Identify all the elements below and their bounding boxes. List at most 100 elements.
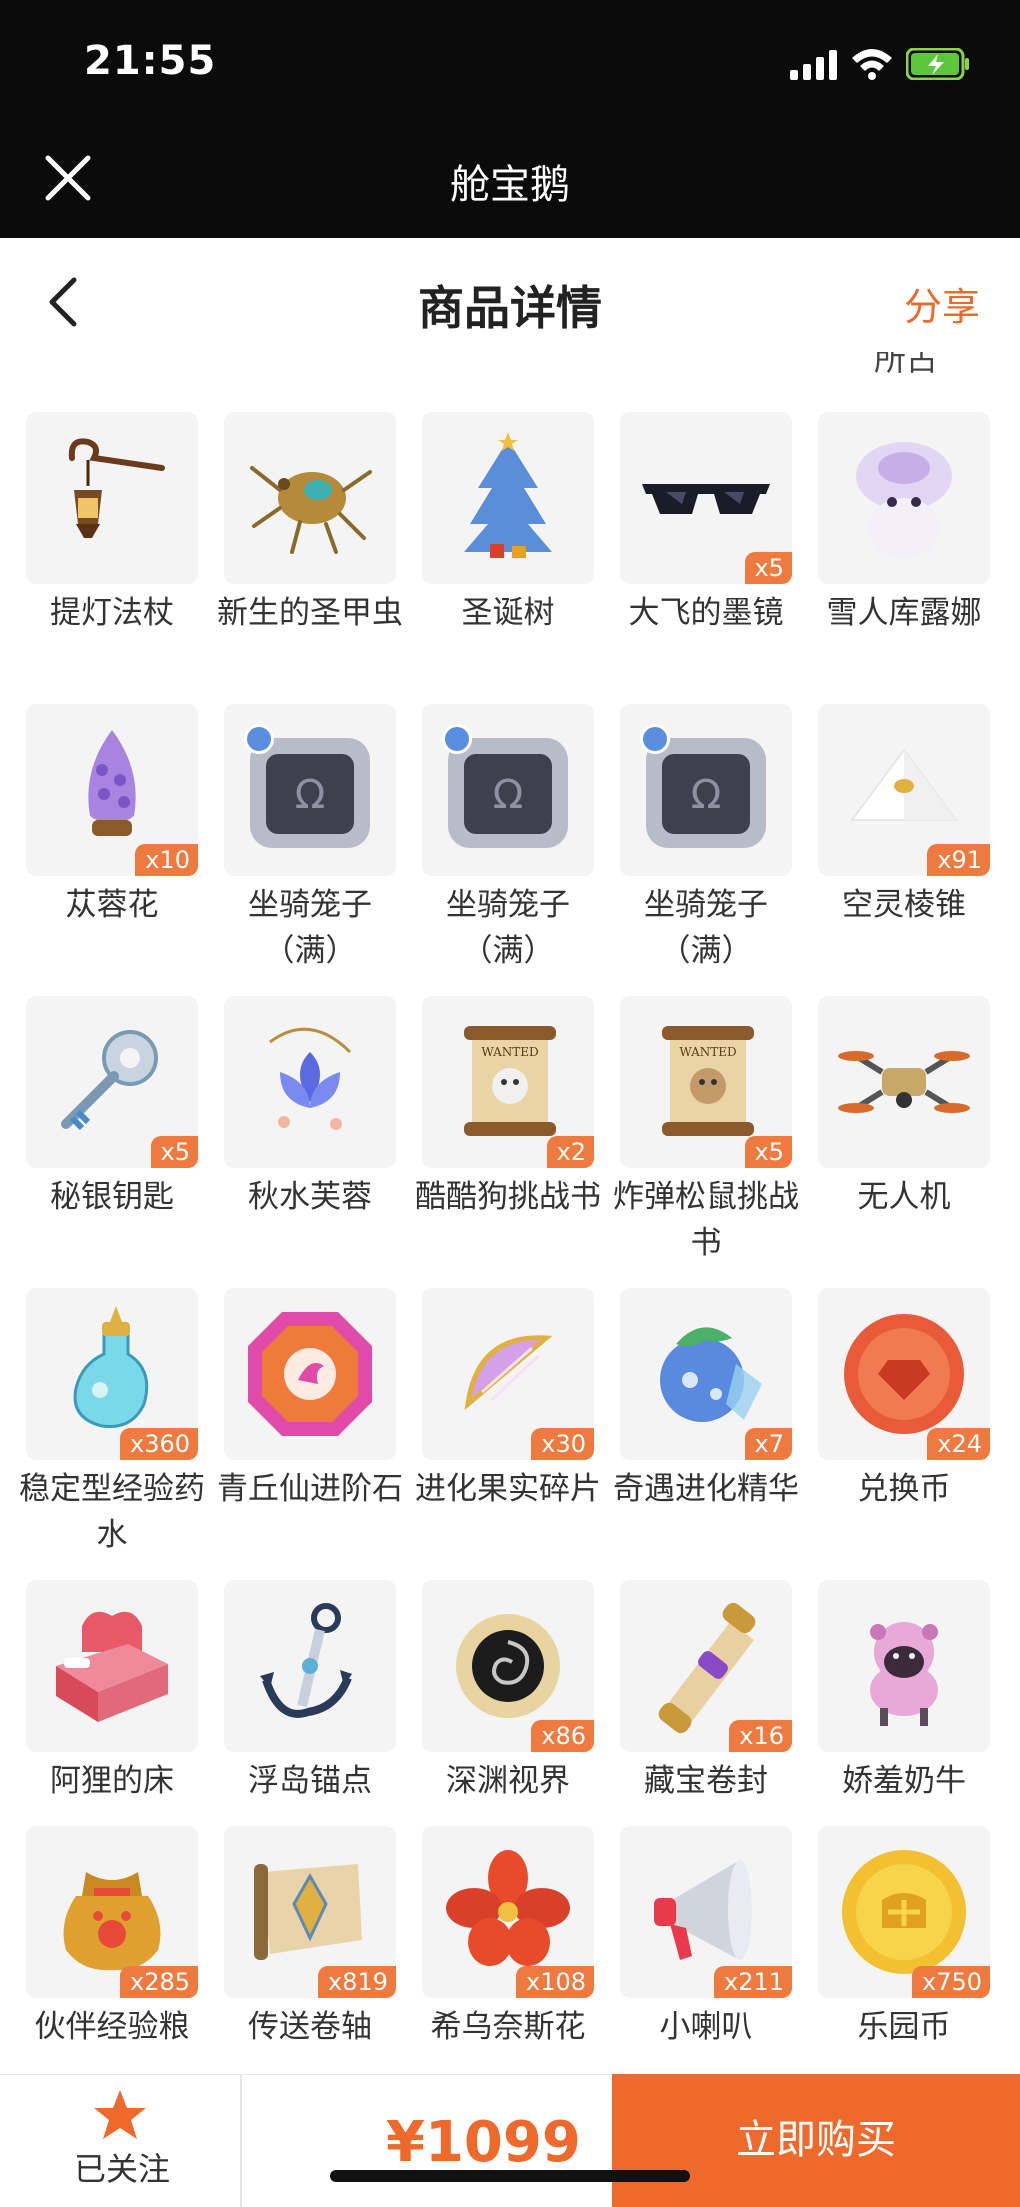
item-card[interactable]: x211 小喇叭 (620, 1826, 792, 2050)
item-card[interactable]: x24 兑换币 (818, 1288, 990, 1512)
item-tile: x108 (422, 1826, 594, 1998)
share-button[interactable]: 分享 (904, 276, 980, 331)
anchor-icon (260, 1603, 352, 1718)
item-name: 传送卷轴 (248, 2009, 372, 2045)
bed-icon (56, 1611, 168, 1722)
item-card[interactable]: 圣诞树 (422, 412, 594, 636)
item-name: 希乌奈斯花 (430, 2009, 586, 2045)
item-card[interactable]: 雪人库露娜 (818, 412, 990, 636)
key-icon (61, 1030, 158, 1131)
item-count-badge: x108 (515, 1966, 594, 1998)
item-count-badge: x30 (531, 1428, 594, 1460)
item-card[interactable]: x10 苁蓉花 (26, 704, 198, 928)
item-tile (818, 1580, 990, 1752)
item-tile: x16 (620, 1580, 792, 1752)
item-name: 稳定型经验药水 (19, 1471, 205, 1553)
gem-icon (248, 1312, 372, 1436)
item-card[interactable]: 无人机 (818, 996, 990, 1220)
item-tile (26, 412, 198, 584)
item-card[interactable]: WANTED x5 炸弹松鼠挑战书 (613, 996, 799, 1266)
item-count-badge: x5 (744, 552, 792, 584)
item-card[interactable]: x16 藏宝卷封 (620, 1580, 792, 1804)
item-tile: x5 (620, 412, 792, 584)
item-card[interactable]: 秋水芙蓉 (224, 996, 396, 1220)
item-count-badge: x91 (927, 844, 990, 876)
item-count-badge: x2 (546, 1136, 594, 1168)
item-card[interactable]: 阿狸的床 (26, 1580, 198, 1804)
item-card[interactable]: x360 稳定型经验药水 (19, 1288, 205, 1558)
item-count-badge: x285 (119, 1966, 198, 1998)
price: ¥1099 (386, 2110, 581, 2175)
item-name: 藏宝卷封 (644, 1763, 768, 1799)
gold-coin-icon (842, 1850, 966, 1974)
item-tile: WANTED x2 (422, 996, 594, 1168)
item-card[interactable]: x819 传送卷轴 (224, 1826, 396, 2050)
item-name: 兑换币 (857, 1471, 951, 1507)
item-card[interactable]: x86 深渊视界 (422, 1580, 594, 1804)
item-tile: x10 (26, 704, 198, 876)
item-card[interactable]: x285 伙伴经验粮 (26, 1826, 198, 2050)
drone-icon (838, 1051, 970, 1113)
item-card[interactable]: x91 空灵棱锥 (818, 704, 990, 928)
item-card[interactable]: 新生的圣甲虫 (217, 412, 403, 636)
item-tile (26, 1580, 198, 1752)
red-coin-icon (844, 1314, 964, 1434)
food-bag-icon (63, 1872, 161, 1971)
cistanche-flower-icon (88, 730, 136, 836)
item-count-badge: x7 (744, 1428, 792, 1460)
item-tile (818, 412, 990, 584)
item-card[interactable]: x750 乐园币 (818, 1826, 990, 2050)
item-tile: Ω (224, 704, 396, 876)
item-card[interactable]: 提灯法杖 (26, 412, 198, 636)
item-card[interactable]: Ω 坐骑笼子（满） (422, 704, 594, 974)
star-icon[interactable] (92, 2088, 148, 2142)
teleport-scroll-icon (254, 1864, 362, 1960)
item-tile (224, 412, 396, 584)
item-card[interactable]: 青丘仙进阶石 (217, 1288, 403, 1512)
item-name: 奇遇进化精华 (613, 1471, 799, 1507)
item-count-badge: x5 (744, 1136, 792, 1168)
item-card[interactable]: x5 大飞的墨镜 (620, 412, 792, 636)
status-time: 21:55 (84, 38, 217, 84)
item-tile (224, 996, 396, 1168)
item-name: 无人机 (857, 1179, 951, 1215)
item-tile: WANTED x5 (620, 996, 792, 1168)
follow-button[interactable]: 已关注 (62, 2144, 182, 2190)
item-card[interactable]: x5 秘银钥匙 (26, 996, 198, 1220)
megaphone-icon (654, 1860, 752, 1960)
item-name: 坐骑笼子（满） (446, 887, 570, 969)
svg-text:Ω: Ω (691, 772, 722, 818)
item-card[interactable]: x7 奇遇进化精华 (613, 1288, 799, 1512)
item-card[interactable]: x108 希乌奈斯花 (422, 1826, 594, 2050)
item-tile (818, 996, 990, 1168)
svg-text:WANTED: WANTED (481, 1045, 538, 1059)
item-card[interactable]: 娇羞奶牛 (818, 1580, 990, 1804)
lock-badge-icon (640, 724, 670, 754)
item-tile: x819 (224, 1826, 396, 1998)
item-tile: Ω (422, 704, 594, 876)
wifi-icon (852, 49, 892, 80)
item-card[interactable]: 浮岛锚点 (224, 1580, 396, 1804)
abyss-eye-icon (456, 1614, 560, 1718)
lantern-staff-icon (68, 438, 165, 538)
item-card[interactable]: WANTED x2 酷酷狗挑战书 (415, 996, 601, 1220)
item-card[interactable]: Ω 坐骑笼子（满） (620, 704, 792, 974)
item-count-badge: x360 (119, 1428, 198, 1460)
item-count-badge: x16 (729, 1720, 792, 1752)
item-name: 新生的圣甲虫 (217, 595, 403, 631)
fruit-slice-icon (464, 1335, 553, 1411)
svg-text:Ω: Ω (295, 772, 326, 818)
item-name: 坐骑笼子（满） (644, 887, 768, 969)
item-count-badge: x10 (135, 844, 198, 876)
divider (240, 2074, 242, 2207)
pyramid-icon (850, 748, 958, 821)
item-name: 乐园币 (857, 2009, 951, 2045)
svg-text:WANTED: WANTED (679, 1045, 736, 1059)
buy-now-button[interactable]: 立即购买 (612, 2074, 1020, 2207)
item-tile: x750 (818, 1826, 990, 1998)
item-card[interactable]: x30 进化果实碎片 (415, 1288, 601, 1512)
item-card[interactable]: Ω 坐骑笼子（满） (224, 704, 396, 974)
item-tile: x24 (818, 1288, 990, 1460)
item-name: 圣诞树 (461, 595, 555, 631)
lotus-icon (269, 1027, 352, 1130)
